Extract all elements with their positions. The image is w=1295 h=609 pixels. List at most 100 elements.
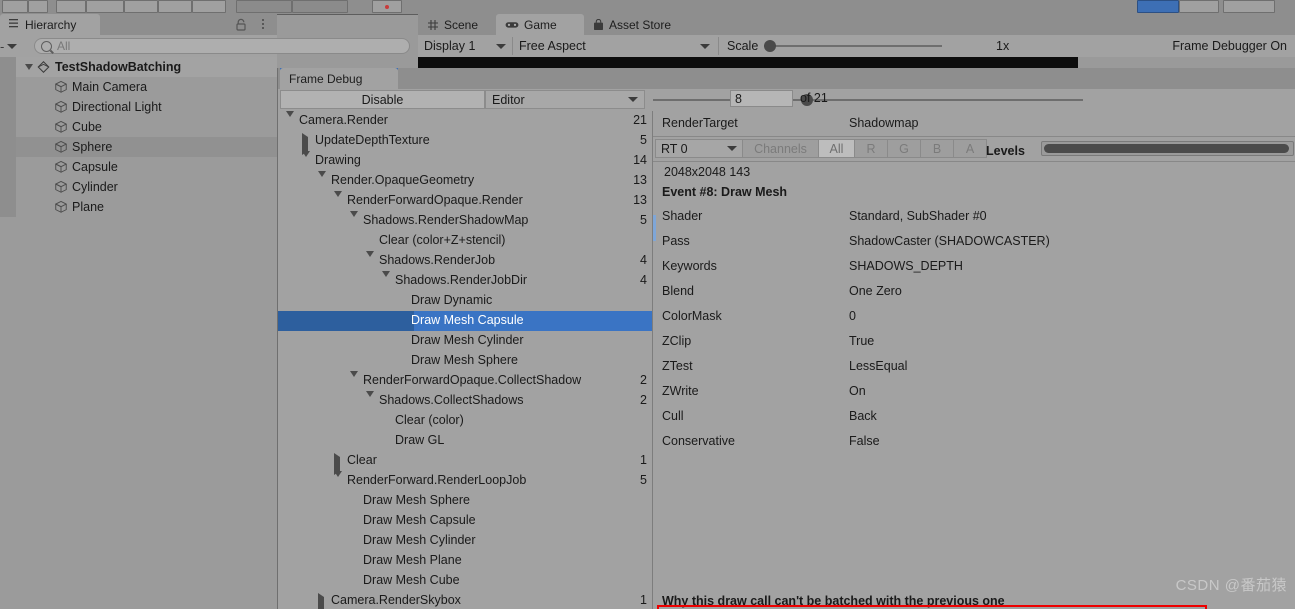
frame-debug-event-row[interactable]: Shadows.RenderJob 4	[278, 251, 652, 271]
property-value: SHADOWS_DEPTH	[849, 259, 963, 273]
toolbar-hand-tool[interactable]	[2, 0, 28, 13]
grid-icon	[427, 19, 439, 31]
hierarchy-item-testshadowbatching[interactable]: TestShadowBatching	[0, 57, 277, 77]
expand-triangle-icon[interactable]	[318, 171, 326, 191]
frame-debug-event-row[interactable]: Camera.Render 21	[278, 111, 652, 131]
aspect-dropdown[interactable]: Free Aspect	[512, 37, 714, 55]
toolbar-rect-tool[interactable]	[158, 0, 192, 13]
frame-debug-event-row[interactable]: Shadows.RenderShadowMap 5	[278, 211, 652, 231]
tab-hierarchy[interactable]: Hierarchy	[0, 14, 100, 35]
frame-debug-event-row[interactable]: Shadows.CollectShadows 2	[278, 391, 652, 411]
toolbar-rotate-tool[interactable]	[86, 0, 124, 13]
collapse-triangle-icon[interactable]	[334, 453, 340, 475]
target-dropdown[interactable]: Editor	[485, 90, 645, 109]
frame-debug-event-label: RenderForwardOpaque.CollectShadow	[363, 373, 582, 387]
display-dropdown[interactable]: Display 1	[420, 37, 510, 55]
frame-debug-event-row[interactable]: RenderForwardOpaque.Render 13	[278, 191, 652, 211]
frame-debug-event-row[interactable]: Clear (color+Z+stencil)	[278, 231, 652, 251]
expand-triangle-icon[interactable]	[350, 211, 358, 231]
channel-button-r[interactable]: R	[855, 139, 888, 158]
gameobject-icon	[54, 200, 68, 214]
scale-slider-track[interactable]	[764, 40, 943, 52]
hierarchy-item-sphere[interactable]: Sphere	[0, 137, 277, 157]
channel-button-all[interactable]: All	[819, 139, 855, 158]
frame-debug-event-row[interactable]: Draw GL	[278, 431, 652, 451]
toolbar-collab-button[interactable]	[372, 0, 402, 13]
channel-button-a[interactable]: A	[954, 139, 987, 158]
hierarchy-item-directional-light[interactable]: Directional Light	[0, 97, 277, 117]
hierarchy-item-main-camera[interactable]: Main Camera	[0, 77, 277, 97]
frame-debug-event-row[interactable]: Clear (color)	[278, 411, 652, 431]
toolbar-pause-button[interactable]	[292, 0, 348, 13]
toolbar-tool-dropdown[interactable]	[28, 0, 48, 13]
frame-debug-event-row[interactable]: RenderForward.RenderLoopJob 5	[278, 471, 652, 491]
expand-triangle-icon[interactable]	[350, 371, 358, 391]
scale-slider[interactable]: Scale	[718, 37, 988, 55]
frame-debug-event-label: Camera.RenderSkybox	[331, 593, 461, 607]
display-dropdown-label: Display 1	[424, 39, 476, 53]
expand-triangle-icon[interactable]	[334, 471, 342, 491]
toolbar-account-button[interactable]	[1137, 0, 1179, 13]
frame-debug-event-row[interactable]: Render.OpaqueGeometry 13	[278, 171, 652, 191]
property-key: Pass	[662, 234, 690, 248]
frame-debug-event-row[interactable]: Drawing 14	[278, 151, 652, 171]
search-input[interactable]: All	[34, 38, 410, 54]
frame-debug-event-row[interactable]: Draw Mesh Capsule	[278, 511, 652, 531]
rt-index-dropdown[interactable]: RT 0	[655, 139, 743, 158]
frame-debug-event-row[interactable]: Shadows.RenderJobDir 4	[278, 271, 652, 291]
frame-debug-event-row[interactable]: RenderForwardOpaque.CollectShadow 2	[278, 371, 652, 391]
hierarchy-item-cube[interactable]: Cube	[0, 117, 277, 137]
frame-debug-event-row[interactable]: UpdateDepthTexture 5	[278, 131, 652, 155]
frame-debug-event-row[interactable]: Draw Mesh Cube	[278, 571, 652, 591]
expand-triangle-icon[interactable]	[366, 251, 374, 271]
expand-triangle-icon[interactable]	[22, 64, 36, 70]
kebab-menu-icon[interactable]	[257, 17, 269, 31]
toolbar-scale-tool[interactable]	[124, 0, 158, 13]
hierarchy-item-cylinder[interactable]: Cylinder	[0, 177, 277, 197]
expand-triangle-icon[interactable]	[366, 391, 374, 411]
frame-debug-event-row[interactable]: Draw Dynamic	[278, 291, 652, 311]
expand-triangle-icon[interactable]	[334, 191, 342, 211]
tab-asset-store[interactable]: Asset Store	[584, 14, 700, 35]
frame-debug-event-row[interactable]: Draw Mesh Capsule	[278, 311, 652, 331]
frame-debug-event-label: RenderForward.RenderLoopJob	[347, 473, 527, 487]
levels-slider[interactable]	[1041, 141, 1294, 156]
toolbar-play-button[interactable]	[236, 0, 292, 13]
render-target-row: RenderTarget Shadowmap	[653, 111, 1295, 136]
toolbar-layout-dropdown[interactable]	[1223, 0, 1275, 13]
toolbar-layers-dropdown[interactable]	[1179, 0, 1219, 13]
frame-debug-event-tree[interactable]: Camera.Render 21 UpdateDepthTexture 5 Drawin…	[278, 111, 653, 609]
frame-debug-event-row[interactable]: Draw Mesh Cylinder	[278, 531, 652, 551]
toolbar-transform-tool[interactable]	[192, 0, 226, 13]
collapse-triangle-icon[interactable]	[318, 593, 324, 609]
expand-triangle-icon[interactable]	[286, 111, 294, 131]
property-row: ZClip True	[653, 329, 1295, 354]
frame-debug-event-row[interactable]: Clear 1	[278, 451, 652, 475]
hierarchy-item-capsule[interactable]: Capsule	[0, 157, 277, 177]
tab-game[interactable]: Game	[496, 14, 584, 35]
hierarchy-tree[interactable]: TestShadowBatching Main Camera Directional…	[0, 57, 277, 609]
event-slider-track[interactable]	[653, 94, 1083, 106]
expand-triangle-icon[interactable]	[382, 271, 390, 291]
frame-debug-event-row[interactable]: Draw Mesh Cylinder	[278, 331, 652, 351]
property-value: On	[849, 384, 866, 398]
frame-debug-event-row[interactable]: Draw Mesh Sphere	[278, 491, 652, 511]
render-target-value: Shadowmap	[849, 116, 919, 130]
hierarchy-item-plane[interactable]: Plane	[0, 197, 277, 217]
collapse-triangle-icon[interactable]	[302, 133, 308, 155]
expand-triangle-icon[interactable]	[302, 151, 310, 171]
channel-button-b[interactable]: B	[921, 139, 954, 158]
tab-scene[interactable]: Scene	[418, 14, 496, 35]
event-index-input[interactable]: 8	[730, 90, 793, 107]
channel-button-g[interactable]: G	[888, 139, 921, 158]
event-title: Event #8: Draw Mesh	[662, 185, 788, 199]
tab-frame-debug[interactable]: Frame Debug	[280, 68, 398, 89]
lock-icon[interactable]	[235, 18, 247, 31]
frame-debug-event-row[interactable]: Camera.RenderSkybox 1	[278, 591, 652, 609]
toolbar-move-tool[interactable]	[56, 0, 86, 13]
scale-slider-thumb[interactable]	[764, 40, 777, 52]
frame-debug-event-row[interactable]: Draw Mesh Sphere	[278, 351, 652, 371]
create-dropdown[interactable]: -	[0, 39, 30, 54]
disable-button[interactable]: Disable	[280, 90, 485, 109]
frame-debug-event-row[interactable]: Draw Mesh Plane	[278, 551, 652, 571]
